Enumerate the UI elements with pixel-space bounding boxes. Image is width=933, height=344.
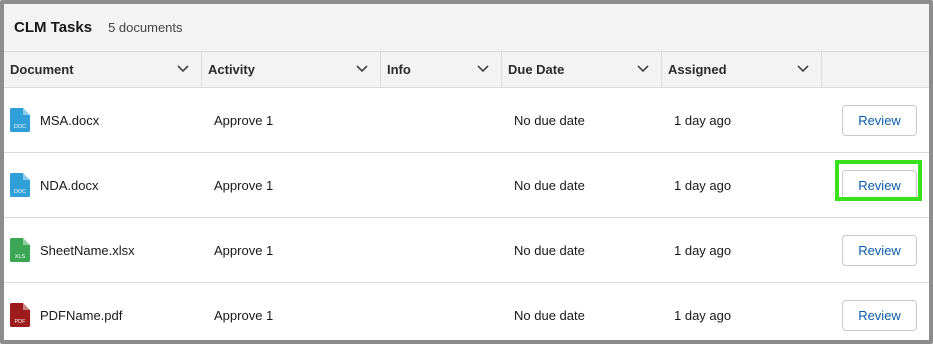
due-date-cell: No due date xyxy=(514,112,585,128)
table-row: DOC MSA.docx Approve 1 No due date 1 day… xyxy=(4,88,929,153)
column-label: Due Date xyxy=(508,62,565,77)
document-cell: XLS SheetName.xlsx xyxy=(4,218,202,282)
xls-file-icon: XLS xyxy=(10,238,30,262)
column-label: Info xyxy=(387,62,411,77)
card-title: CLM Tasks xyxy=(14,19,93,36)
column-label: Document xyxy=(10,62,74,77)
clm-tasks-card: CLM Tasks 5 documents Document Activity … xyxy=(0,0,933,344)
activity-cell: Approve 1 xyxy=(214,112,274,128)
chevron-down-icon[interactable] xyxy=(797,64,809,74)
assigned-cell: 1 day ago xyxy=(674,242,732,258)
file-type-label: XLS xyxy=(15,254,26,260)
table-row: XLS SheetName.xlsx Approve 1 No due date… xyxy=(4,218,929,283)
document-cell: DOC NDA.docx xyxy=(4,153,202,217)
info-cell xyxy=(394,218,494,282)
review-button[interactable]: Review xyxy=(842,105,917,136)
document-count: 5 documents xyxy=(108,20,183,35)
info-cell xyxy=(394,88,494,152)
info-cell xyxy=(394,153,494,217)
due-date-cell: No due date xyxy=(514,177,585,193)
pdf-file-icon: PDF xyxy=(10,303,30,327)
card-header: CLM Tasks 5 documents xyxy=(4,4,929,51)
document-name[interactable]: NDA.docx xyxy=(40,178,99,193)
column-header-activity[interactable]: Activity xyxy=(202,52,381,87)
doc-file-icon: DOC xyxy=(10,173,30,197)
chevron-down-icon[interactable] xyxy=(356,64,368,74)
chevron-down-icon[interactable] xyxy=(637,64,649,74)
table-row: PDF PDFName.pdf Approve 1 No due date 1 … xyxy=(4,283,929,340)
document-cell: DOC MSA.docx xyxy=(4,88,202,152)
chevron-down-icon[interactable] xyxy=(477,64,489,74)
assigned-cell: 1 day ago xyxy=(674,112,732,128)
activity-cell: Approve 1 xyxy=(214,177,274,193)
assigned-cell: 1 day ago xyxy=(674,177,732,193)
document-name[interactable]: SheetName.xlsx xyxy=(40,243,135,258)
document-name[interactable]: PDFName.pdf xyxy=(40,308,122,323)
column-header-due-date[interactable]: Due Date xyxy=(502,52,662,87)
file-type-label: PDF xyxy=(15,319,27,325)
review-button[interactable]: Review xyxy=(842,235,917,266)
column-header-assigned[interactable]: Assigned xyxy=(662,52,822,87)
info-cell xyxy=(394,283,494,340)
activity-cell: Approve 1 xyxy=(214,242,274,258)
assigned-cell: 1 day ago xyxy=(674,307,732,323)
column-header-document[interactable]: Document xyxy=(4,52,202,87)
doc-file-icon: DOC xyxy=(10,108,30,132)
activity-cell: Approve 1 xyxy=(214,307,274,323)
review-button[interactable]: Review xyxy=(842,170,917,201)
column-header-info[interactable]: Info xyxy=(381,52,502,87)
column-label: Activity xyxy=(208,62,255,77)
due-date-cell: No due date xyxy=(514,242,585,258)
document-name[interactable]: MSA.docx xyxy=(40,113,99,128)
document-cell: PDF PDFName.pdf xyxy=(4,283,202,340)
table-row: DOC NDA.docx Approve 1 No due date 1 day… xyxy=(4,153,929,218)
file-type-label: DOC xyxy=(14,189,26,195)
chevron-down-icon[interactable] xyxy=(177,64,189,74)
review-button[interactable]: Review xyxy=(842,300,917,331)
file-type-label: DOC xyxy=(14,124,26,130)
column-label: Assigned xyxy=(668,62,727,77)
due-date-cell: No due date xyxy=(514,307,585,323)
table-header: Document Activity Info Due Date Assigned xyxy=(4,51,929,88)
